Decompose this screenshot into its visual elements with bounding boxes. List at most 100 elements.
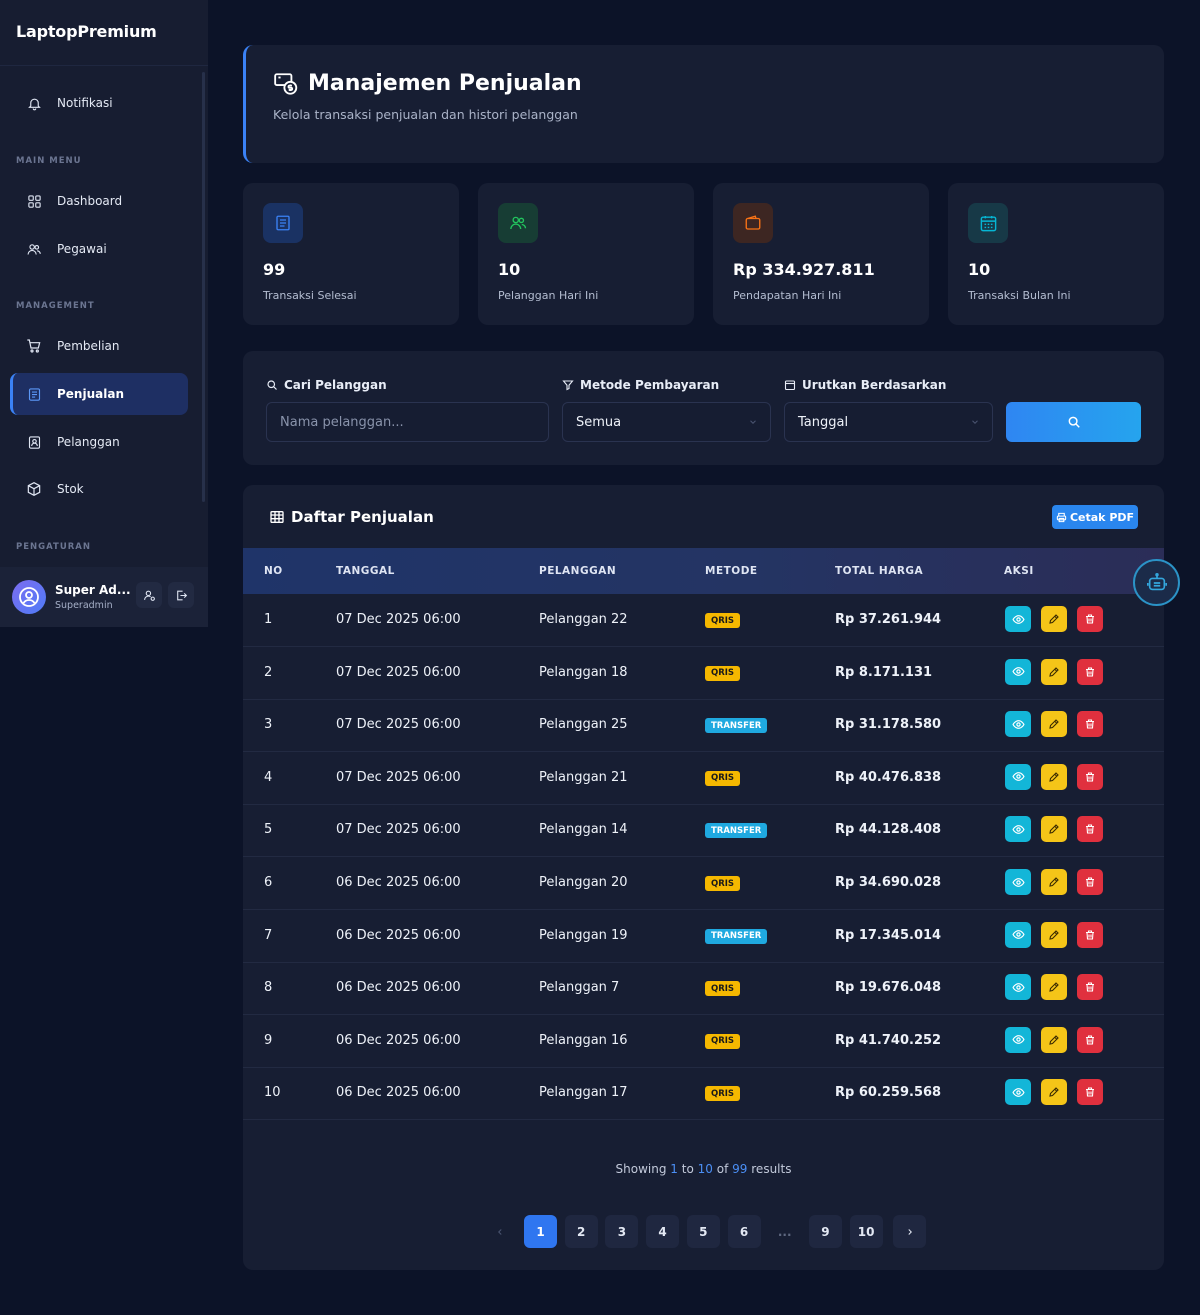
cell-total: Rp 8.171.131 — [835, 664, 933, 680]
filter-panel: Cari Pelanggan Nama pelanggan... Metode … — [243, 351, 1164, 465]
edit-button[interactable] — [1041, 921, 1067, 948]
edit-button[interactable] — [1041, 869, 1067, 895]
delete-button[interactable] — [1077, 1026, 1103, 1053]
payment-method-badge: TRANSFER — [705, 928, 768, 944]
sidebar-item-pegawai[interactable]: Pegawai — [10, 228, 188, 270]
trash-icon — [1084, 876, 1096, 888]
sidebar-item-penjualan[interactable]: Penjualan — [10, 373, 188, 415]
table-row: 2 07 Dec 2025 06:00 Pelanggan 18 QRIS Rp 8.1… — [243, 647, 1164, 700]
document-icon — [25, 385, 43, 403]
view-button[interactable] — [1005, 658, 1031, 685]
column-header-metode[interactable]: METODE — [705, 565, 758, 577]
view-button[interactable] — [1005, 606, 1031, 632]
edit-button[interactable] — [1041, 816, 1067, 843]
wallet-icon — [733, 203, 773, 243]
cell-date: 06 Dec 2025 06:00 — [336, 980, 461, 996]
view-button[interactable] — [1005, 974, 1031, 1001]
cell-date: 07 Dec 2025 06:00 — [336, 769, 461, 785]
payment-method-badge: QRIS — [705, 665, 741, 681]
page-button-1[interactable]: 1 — [524, 1215, 557, 1248]
stat-card-pendapatan-hari-ini: Rp 334.927.811 Pendapatan Hari Ini — [713, 183, 929, 325]
sidebar-item-label: Stok — [57, 482, 84, 496]
column-header-pelanggan[interactable]: PELANGGAN — [539, 565, 616, 577]
eye-icon — [1011, 981, 1025, 994]
calendar-icon — [784, 379, 802, 391]
sort-label: Urutkan Berdasarkan — [784, 378, 946, 392]
page-button-6[interactable]: 6 — [727, 1215, 761, 1248]
column-header-aksi: AKSI — [1004, 565, 1034, 577]
view-button[interactable] — [1005, 869, 1031, 895]
view-button[interactable] — [1005, 1079, 1031, 1106]
view-button[interactable] — [1005, 921, 1031, 948]
delete-button[interactable] — [1077, 763, 1103, 790]
edit-button[interactable] — [1041, 1026, 1067, 1053]
sidebar-item-dashboard[interactable]: Dashboard — [10, 180, 188, 222]
pencil-icon — [1048, 981, 1060, 993]
customer-search-input[interactable]: Nama pelanggan... — [266, 402, 549, 442]
sidebar-item-pelanggan[interactable]: Pelanggan — [10, 421, 188, 463]
column-header-tanggal[interactable]: TANGGAL — [336, 565, 395, 577]
edit-button[interactable] — [1041, 974, 1067, 1001]
delete-button[interactable] — [1077, 816, 1103, 843]
page-button-3[interactable]: 3 — [605, 1215, 639, 1248]
view-button[interactable] — [1005, 711, 1031, 738]
cell-no: 7 — [264, 927, 273, 943]
pencil-icon — [1048, 876, 1060, 888]
view-button[interactable] — [1005, 763, 1031, 790]
printer-icon — [1056, 512, 1070, 523]
cell-customer: Pelanggan 25 — [539, 717, 628, 733]
cell-no: 3 — [264, 717, 273, 733]
view-button[interactable] — [1005, 816, 1031, 843]
logout-button[interactable] — [168, 582, 194, 608]
delete-button[interactable] — [1077, 869, 1103, 895]
chat-assistant-button[interactable] — [1133, 559, 1180, 606]
page-button-5[interactable]: 5 — [686, 1215, 720, 1248]
page-button-4[interactable]: 4 — [646, 1215, 680, 1248]
sidebar-item-stok[interactable]: Stok — [10, 468, 188, 510]
page-header: Manajemen Penjualan Kelola transaksi pen… — [243, 45, 1164, 163]
delete-button[interactable] — [1077, 606, 1103, 632]
edit-button[interactable] — [1041, 658, 1067, 685]
next-page-button[interactable] — [893, 1215, 926, 1248]
search-button[interactable] — [1006, 402, 1141, 442]
sort-select[interactable]: Tanggal — [784, 402, 993, 442]
chevron-left-icon — [495, 1227, 505, 1237]
delete-button[interactable] — [1077, 1079, 1103, 1106]
payment-method-badge: QRIS — [705, 770, 741, 786]
page-button-10[interactable]: 10 — [849, 1215, 883, 1248]
prev-page-button[interactable] — [483, 1215, 516, 1248]
view-button[interactable] — [1005, 1026, 1031, 1053]
page-button-2[interactable]: 2 — [564, 1215, 598, 1248]
sidebar-item-pembelian[interactable]: Pembelian — [10, 325, 188, 367]
edit-button[interactable] — [1041, 711, 1067, 738]
delete-button[interactable] — [1077, 711, 1103, 738]
eye-icon — [1011, 1086, 1025, 1099]
delete-button[interactable] — [1077, 974, 1103, 1001]
cart-icon — [25, 337, 43, 355]
sidebar-item-notifikasi[interactable]: Notifikasi — [10, 82, 188, 124]
brand-logo[interactable]: LaptopPremium — [0, 0, 208, 66]
sidebar-item-label: Pegawai — [57, 242, 107, 256]
page-title: Manajemen Penjualan — [308, 71, 582, 96]
page-ellipsis: ... — [777, 1224, 792, 1239]
cell-customer: Pelanggan 19 — [539, 927, 628, 943]
sidebar-scrollbar[interactable] — [202, 72, 205, 502]
avatar[interactable] — [12, 580, 46, 614]
print-pdf-button[interactable]: Cetak PDF — [1052, 505, 1138, 529]
column-header-total-harga[interactable]: TOTAL HARGA — [835, 565, 923, 577]
sales-table-card: Daftar Penjualan Cetak PDF NO TANGGAL PE… — [243, 485, 1164, 1270]
delete-button[interactable] — [1077, 658, 1103, 685]
table-row: 8 06 Dec 2025 06:00 Pelanggan 7 QRIS Rp 19.6… — [243, 962, 1164, 1016]
edit-button[interactable] — [1041, 1079, 1067, 1106]
delete-button[interactable] — [1077, 921, 1103, 948]
results-summary: Showing 1 to 10 of 99 results — [615, 1162, 792, 1176]
chevron-right-icon — [905, 1227, 915, 1237]
page-button-9[interactable]: 9 — [808, 1215, 842, 1248]
pencil-icon — [1048, 666, 1060, 678]
payment-method-select[interactable]: Semua — [562, 402, 771, 442]
eye-icon — [1011, 665, 1025, 678]
edit-button[interactable] — [1041, 763, 1067, 790]
edit-button[interactable] — [1041, 606, 1067, 632]
payment-method-badge: QRIS — [705, 613, 741, 628]
profile-button[interactable] — [136, 582, 162, 608]
